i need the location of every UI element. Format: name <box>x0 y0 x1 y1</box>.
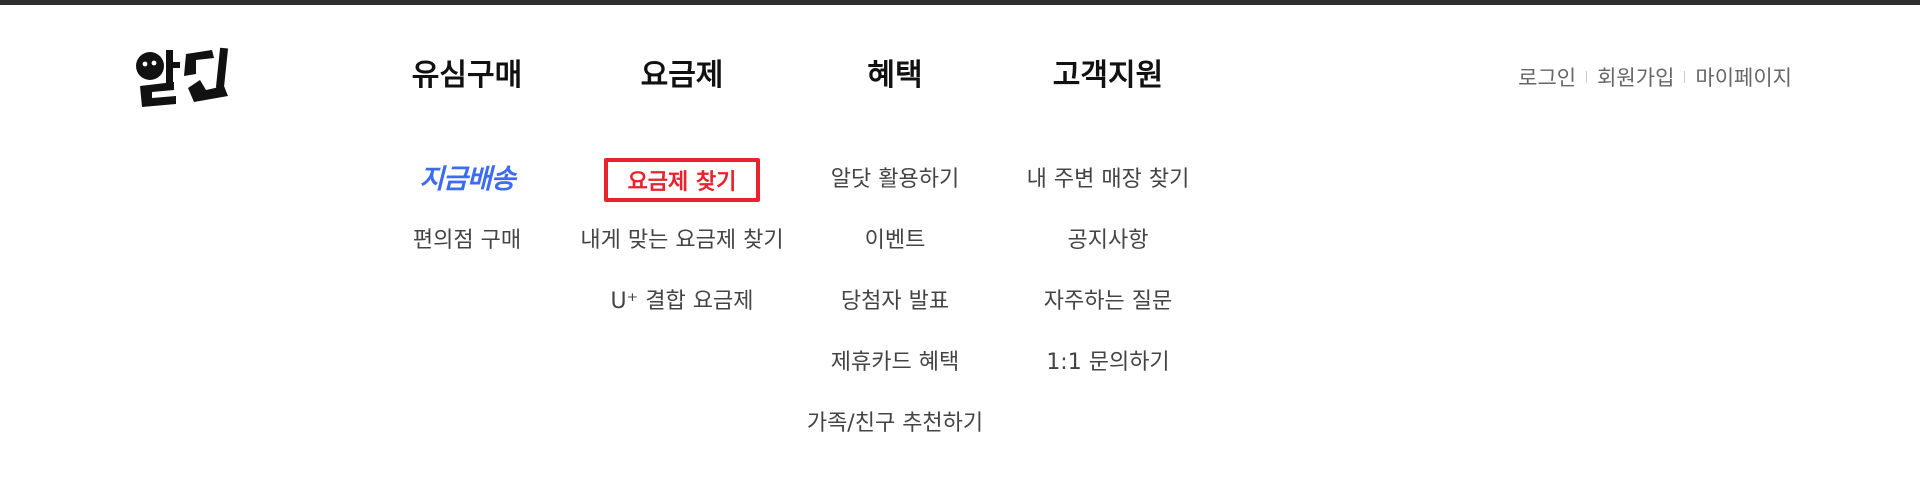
submenu-benefits: 알닷 활용하기 이벤트 당첨자 발표 제휴카드 혜택 가족/친구 추천하기 <box>775 158 1015 463</box>
faq-label: 자주하는 질문 <box>1043 289 1173 314</box>
submenu-item-convenience-store[interactable]: 편의점 구매 <box>347 219 587 280</box>
submenu-sim: 지금배송 편의점 구매 <box>347 158 587 280</box>
find-my-plan-label: 내게 맞는 요금제 찾기 <box>580 228 784 253</box>
submenu-item-now-delivery[interactable]: 지금배송 <box>347 158 587 219</box>
util-divider <box>1684 71 1686 83</box>
top-bar <box>0 0 1920 5</box>
page: 유심구매 요금제 혜택 고객지원 로그인 회원가입 마이페이지 지금배송 편의점… <box>0 0 1920 495</box>
submenu-item-find-my-plan[interactable]: 내게 맞는 요금제 찾기 <box>562 219 802 280</box>
util-divider <box>1586 71 1588 83</box>
store-locator-label: 내 주변 매장 찾기 <box>1026 167 1190 192</box>
convenience-store-label: 편의점 구매 <box>412 228 522 253</box>
winners-label: 당첨자 발표 <box>840 289 950 314</box>
use-aldot-label: 알닷 활용하기 <box>830 167 960 192</box>
inquiry-label: 1:1 문의하기 <box>1046 350 1170 375</box>
now-delivery-label: 지금배송 <box>419 164 515 195</box>
referral-label: 가족/친구 추천하기 <box>806 411 984 436</box>
mypage-link[interactable]: 마이페이지 <box>1695 62 1792 92</box>
submenu-plans: 요금제 찾기 내게 맞는 요금제 찾기 U⁺ 결합 요금제 <box>562 158 802 341</box>
nav-plans[interactable]: 요금제 <box>602 56 762 96</box>
submenu-item-find-plan[interactable]: 요금제 찾기 <box>562 158 802 219</box>
find-plan-label: 요금제 찾기 <box>603 158 761 202</box>
nav-benefits[interactable]: 혜택 <box>815 56 975 96</box>
submenu-item-faq[interactable]: 자주하는 질문 <box>988 280 1228 341</box>
logo[interactable] <box>134 44 254 114</box>
login-link[interactable]: 로그인 <box>1518 62 1576 92</box>
signup-link[interactable]: 회원가입 <box>1597 62 1674 92</box>
card-benefits-label: 제휴카드 혜택 <box>830 350 960 375</box>
submenu-item-store-locator[interactable]: 내 주변 매장 찾기 <box>988 158 1228 219</box>
submenu-item-use-aldot[interactable]: 알닷 활용하기 <box>775 158 1015 219</box>
uplus-bundle-label: U⁺ 결합 요금제 <box>610 289 754 314</box>
submenu-item-winners[interactable]: 당첨자 발표 <box>775 280 1015 341</box>
submenu-item-card-benefits[interactable]: 제휴카드 혜택 <box>775 341 1015 402</box>
submenu-item-referral[interactable]: 가족/친구 추천하기 <box>775 402 1015 463</box>
notices-label: 공지사항 <box>1067 228 1149 253</box>
events-label: 이벤트 <box>864 228 926 253</box>
submenu-item-notices[interactable]: 공지사항 <box>988 219 1228 280</box>
submenu-item-inquiry[interactable]: 1:1 문의하기 <box>988 341 1228 402</box>
submenu-item-events[interactable]: 이벤트 <box>775 219 1015 280</box>
aldot-logo-icon <box>136 47 229 107</box>
submenu-item-uplus-bundle[interactable]: U⁺ 결합 요금제 <box>562 280 802 341</box>
nav-sim-purchase[interactable]: 유심구매 <box>387 56 547 96</box>
util-nav: 로그인 회원가입 마이페이지 <box>1518 62 1792 92</box>
nav-support[interactable]: 고객지원 <box>1028 56 1188 96</box>
submenu-support: 내 주변 매장 찾기 공지사항 자주하는 질문 1:1 문의하기 <box>988 158 1228 402</box>
